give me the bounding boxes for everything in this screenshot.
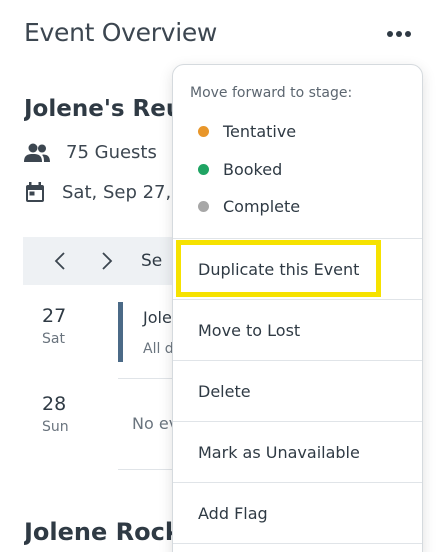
menu-divider bbox=[173, 482, 422, 483]
divider bbox=[118, 469, 178, 470]
guests-row: 75 Guests bbox=[24, 142, 184, 163]
chevron-right-icon bbox=[102, 252, 113, 270]
menu-divider bbox=[173, 421, 422, 422]
status-dot-icon bbox=[198, 126, 209, 137]
mark-unavailable-button[interactable]: Mark as Unavailable bbox=[198, 443, 360, 462]
event-date: Sat, Sep 27, bbox=[62, 181, 172, 203]
next-week-button[interactable] bbox=[87, 237, 127, 285]
status-dot-icon bbox=[198, 201, 209, 212]
page-title: Event Overview bbox=[24, 18, 218, 47]
people-icon bbox=[24, 143, 50, 162]
menu-divider bbox=[173, 543, 422, 544]
calendar-day: 28 Sun bbox=[42, 393, 69, 435]
stage-label: Booked bbox=[223, 160, 283, 179]
calendar-nav: Se bbox=[23, 237, 183, 285]
previous-week-button[interactable] bbox=[40, 237, 80, 285]
menu-divider bbox=[173, 299, 422, 300]
more-options-button[interactable] bbox=[384, 24, 414, 44]
stage-complete[interactable]: Complete bbox=[198, 197, 300, 216]
day-of-week: Sun bbox=[42, 419, 69, 435]
chevron-left-icon bbox=[54, 252, 65, 270]
event-options-menu: Move forward to stage: Tentative Booked … bbox=[172, 64, 423, 552]
stage-label: Complete bbox=[223, 197, 301, 216]
event-title: Jolene's Reu bbox=[24, 96, 183, 122]
divider bbox=[118, 378, 178, 379]
add-flag-button[interactable]: Add Flag bbox=[198, 504, 268, 523]
highlight-box bbox=[176, 240, 381, 297]
delete-button[interactable]: Delete bbox=[198, 382, 251, 401]
move-to-lost-button[interactable]: Move to Lost bbox=[198, 321, 300, 340]
ellipsis-horizontal-icon bbox=[387, 31, 393, 37]
calendar-icon bbox=[26, 182, 44, 202]
calendar-day: 27 Sat bbox=[42, 305, 66, 347]
menu-divider bbox=[173, 360, 422, 361]
stage-booked[interactable]: Booked bbox=[198, 160, 282, 179]
day-of-week: Sat bbox=[42, 331, 65, 347]
calendar-range-label: Se bbox=[141, 251, 163, 271]
day-number: 28 bbox=[42, 393, 67, 415]
menu-divider bbox=[173, 238, 422, 239]
date-row: Sat, Sep 27, bbox=[24, 181, 184, 203]
stage-tentative[interactable]: Tentative bbox=[198, 122, 296, 141]
day-number: 27 bbox=[42, 305, 67, 327]
stage-label: Tentative bbox=[223, 122, 297, 141]
guests-count: 75 Guests bbox=[66, 142, 157, 163]
section-title: Jolene Rock bbox=[24, 518, 181, 546]
status-dot-icon bbox=[198, 164, 209, 175]
calendar-event[interactable]: Jole All d bbox=[118, 302, 178, 362]
menu-heading: Move forward to stage: bbox=[190, 85, 353, 101]
